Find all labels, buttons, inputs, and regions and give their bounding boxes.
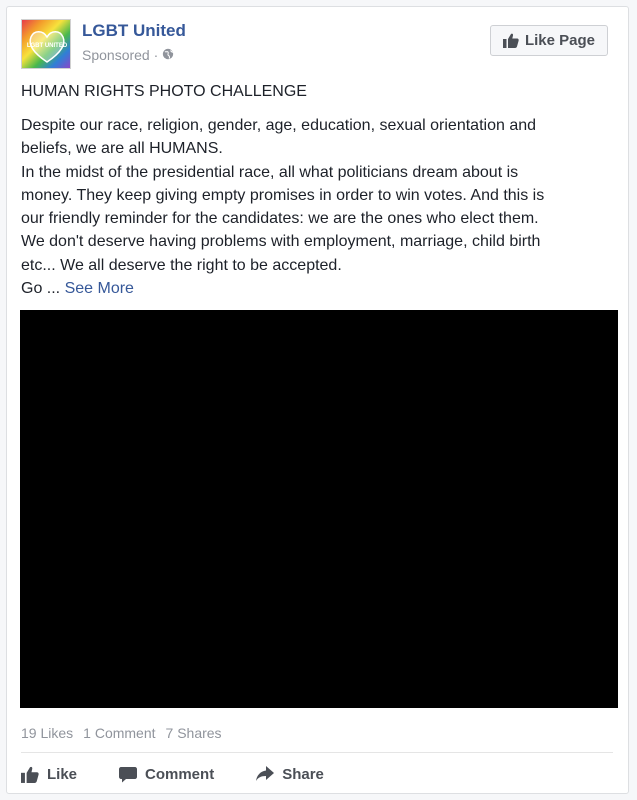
body-line: We don't deserve having problems with em… [21,233,541,251]
engagement-stats: 19 Likes 1 Comment 7 Shares [21,725,222,741]
body-line: our friendly reminder for the candidates… [21,210,539,228]
like-button[interactable]: Like [21,766,77,783]
like-label: Like [47,765,78,783]
body-line: In the midst of the presidential race, a… [21,163,519,181]
like-page-button[interactable]: Like Page [490,25,608,56]
thumbs-up-icon [21,766,39,783]
likes-count[interactable]: 19 Likes [21,725,73,741]
body-line: etc... We all deserve the right to be ac… [21,256,342,274]
sponsored-post: LGBT UNITED LGBT United Sponsored · Like… [6,6,629,794]
comment-button[interactable]: Comment [119,766,214,783]
body-line: Despite our race, religion, gender, age,… [21,117,537,134]
share-button[interactable]: Share [256,766,324,783]
body-line: beliefs, we are all HUMANS. [21,140,223,158]
body-line-truncated: Go ... See More [21,277,611,300]
divider [21,752,613,753]
comments-count[interactable]: 1 Comment [83,725,155,741]
post-meta: Sponsored · [82,47,174,63]
thumbs-up-icon [502,33,519,48]
shares-count[interactable]: 7 Shares [166,725,222,741]
avatar-logo-text: LGBT UNITED [27,43,68,49]
page-name-link[interactable]: LGBT United [82,21,186,41]
see-more-link[interactable]: See More [65,280,134,297]
post-headline: HUMAN RIGHTS PHOTO CHALLENGE [21,83,307,100]
post-header: LGBT UNITED LGBT United Sponsored · Like… [21,19,616,75]
comment-label: Comment [145,765,215,783]
body-line: money. They keep giving empty promises i… [21,186,545,204]
page-avatar[interactable]: LGBT UNITED [21,19,71,69]
post-actions: Like Comment Share [21,759,324,789]
sponsored-label[interactable]: Sponsored · [82,47,158,63]
heart-logo-icon: LGBT UNITED [27,31,68,63]
post-body: Despite our race, religion, gender, age,… [21,114,611,300]
truncated-text: Go ... [21,280,61,298]
share-icon [256,766,275,782]
like-page-label: Like Page [524,32,596,49]
post-media[interactable] [20,310,618,708]
share-label: Share [282,765,324,783]
globe-icon [162,47,174,63]
comment-icon [119,766,138,783]
